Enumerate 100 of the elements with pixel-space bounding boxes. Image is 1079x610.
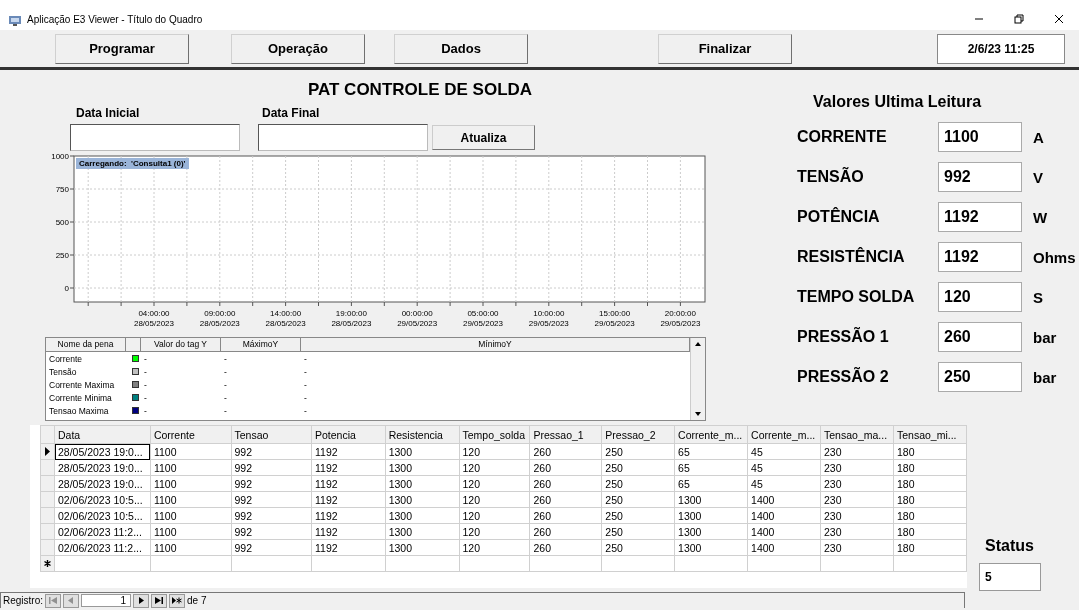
nav-button[interactable]: Dados bbox=[394, 33, 528, 64]
reading-value: 1100 bbox=[938, 122, 1022, 152]
table-cell: 1300 bbox=[674, 539, 748, 556]
column-header: Valor do tag Y bbox=[141, 338, 221, 351]
axis-label: 1000 bbox=[51, 153, 69, 161]
column-header[interactable]: Tempo_solda bbox=[459, 425, 530, 444]
table-cell: 65 bbox=[674, 459, 748, 476]
column-header[interactable]: Pressao_1 bbox=[530, 425, 602, 444]
axis-label: 28/05/2023 bbox=[134, 319, 174, 328]
axis-label: 05:00:00 bbox=[467, 309, 499, 318]
table-cell: 65 bbox=[674, 443, 748, 460]
column-header[interactable]: Potencia bbox=[311, 425, 386, 444]
table-cell-text: - bbox=[303, 379, 308, 390]
table-cell: 260 bbox=[530, 523, 602, 540]
up-arrow-icon[interactable] bbox=[694, 340, 702, 348]
table-cell: 1100 bbox=[150, 475, 231, 492]
table-cell: 230 bbox=[820, 443, 894, 460]
table-cell: 1192 bbox=[311, 539, 386, 556]
axis-label: 500 bbox=[55, 218, 69, 227]
table-cell: 1100 bbox=[150, 443, 231, 460]
record-count: de 7 bbox=[187, 595, 207, 606]
axis-label: 29/05/2023 bbox=[594, 319, 635, 328]
nav-button[interactable]: Finalizar bbox=[658, 33, 792, 64]
column-header[interactable]: Tensao bbox=[231, 425, 312, 444]
table-cell: 260 bbox=[530, 491, 602, 508]
reading-value: 1192 bbox=[938, 242, 1022, 272]
column-header[interactable]: Tensao_ma... bbox=[820, 425, 894, 444]
date-field[interactable] bbox=[70, 124, 240, 151]
column-header[interactable]: Corrente_m... bbox=[747, 425, 821, 444]
axis-label: 20:00:00 bbox=[664, 309, 696, 318]
table-cell: 1100 bbox=[150, 507, 231, 524]
table-cell: 1100 bbox=[150, 491, 231, 508]
record-field[interactable]: 1 bbox=[81, 594, 131, 607]
loading-label: Carregando: 'Consulta1 (0)' bbox=[76, 158, 189, 169]
table-cell: 230 bbox=[820, 475, 894, 492]
down-arrow-icon[interactable] bbox=[694, 410, 702, 418]
column-header[interactable]: Corrente_m... bbox=[674, 425, 748, 444]
window-title: Aplicação E3 Viewer - Título do Quadro bbox=[27, 14, 204, 27]
axis-label: 28/05/2023 bbox=[199, 319, 240, 328]
row-pointer-icon bbox=[44, 447, 51, 456]
close-icon[interactable] bbox=[1054, 14, 1064, 24]
table-cell: 02/06/2023 10:5... bbox=[54, 491, 151, 508]
date-field[interactable] bbox=[258, 124, 428, 151]
last-record-icon[interactable] bbox=[154, 597, 164, 604]
table-cell: 1192 bbox=[311, 475, 386, 492]
table-cell: 02/06/2023 10:5... bbox=[54, 507, 151, 524]
table-cell: 992 bbox=[231, 491, 312, 508]
table-cell-text: - bbox=[223, 366, 228, 377]
table-cell: 230 bbox=[820, 507, 894, 524]
table-cell: 250 bbox=[601, 443, 675, 460]
table-cell: 1300 bbox=[674, 491, 748, 508]
column-header[interactable]: Resistencia bbox=[385, 425, 459, 444]
axis-label: 14:00:00 bbox=[270, 309, 302, 318]
table-cell: 02/06/2023 11:2... bbox=[54, 539, 151, 556]
pen-name: Corrente Maxima bbox=[48, 379, 116, 390]
table-cell: 992 bbox=[231, 523, 312, 540]
nav-button[interactable]: Operação bbox=[231, 33, 365, 64]
table-cell: 250 bbox=[601, 523, 675, 540]
reading-label: TEMPO SOLDA bbox=[797, 288, 916, 306]
table-cell: 180 bbox=[893, 443, 967, 460]
axis-label: 04:00:00 bbox=[138, 309, 170, 318]
axis-label: 29/05/2023 bbox=[528, 319, 569, 328]
table-cell: 250 bbox=[601, 507, 675, 524]
table-cell: 250 bbox=[601, 475, 675, 492]
column-header[interactable]: Tensao_mi... bbox=[893, 425, 967, 444]
table-cell-text: - bbox=[143, 353, 148, 364]
table-cell: 1300 bbox=[385, 523, 459, 540]
column-header[interactable]: Corrente bbox=[150, 425, 231, 444]
axis-label: 28/05/2023 bbox=[265, 319, 306, 328]
table-cell: 260 bbox=[530, 539, 602, 556]
table-cell: 1300 bbox=[385, 539, 459, 556]
restore-icon[interactable] bbox=[1014, 14, 1024, 24]
column-header[interactable]: Pressao_2 bbox=[601, 425, 675, 444]
nav-button[interactable]: Programar bbox=[55, 33, 189, 64]
unit-label: A bbox=[1033, 128, 1044, 146]
table-cell: 260 bbox=[530, 507, 602, 524]
update-button[interactable]: Atualiza bbox=[432, 125, 535, 150]
table-cell: 1300 bbox=[385, 507, 459, 524]
new-record-icon[interactable] bbox=[172, 597, 182, 604]
table-cell: 1192 bbox=[311, 523, 386, 540]
pen-name: Tensão bbox=[48, 366, 78, 377]
table-cell: 120 bbox=[459, 539, 530, 556]
table-cell: 992 bbox=[231, 459, 312, 476]
table-cell-text: - bbox=[223, 353, 228, 364]
unit-label: bar bbox=[1033, 328, 1057, 346]
table-cell: 1400 bbox=[747, 523, 821, 540]
table-cell: 992 bbox=[231, 539, 312, 556]
reading-value: 992 bbox=[938, 162, 1022, 192]
table-cell: 1400 bbox=[747, 507, 821, 524]
table-cell-text: - bbox=[143, 379, 148, 390]
scrollbar[interactable] bbox=[690, 338, 705, 420]
column-header[interactable]: Data bbox=[54, 425, 151, 444]
next-icon[interactable] bbox=[136, 597, 146, 604]
table-cell: 260 bbox=[530, 459, 602, 476]
table-cell: 1100 bbox=[150, 539, 231, 556]
table-cell: 230 bbox=[820, 459, 894, 476]
table-cell: 65 bbox=[674, 475, 748, 492]
axis-label: 10:00:00 bbox=[533, 309, 565, 318]
reading-label: PRESSÃO 1 bbox=[797, 328, 890, 346]
table-cell: 260 bbox=[530, 443, 602, 460]
